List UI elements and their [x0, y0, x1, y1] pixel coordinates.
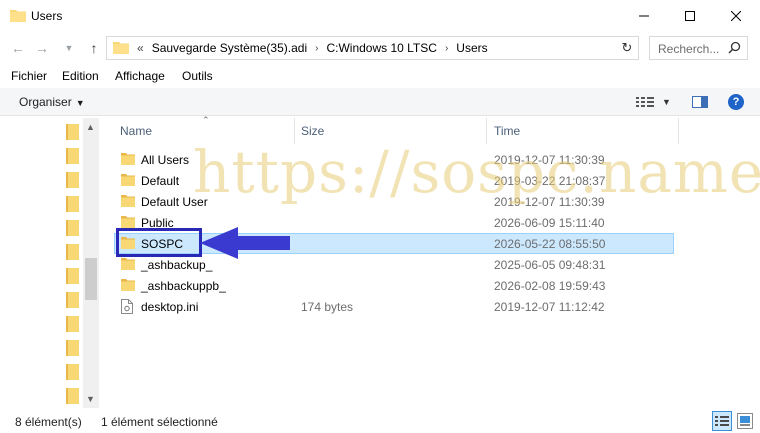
- refresh-icon[interactable]: ↻: [619, 40, 635, 56]
- breadcrumb-separator-icon[interactable]: ›: [315, 43, 318, 54]
- menu-edit[interactable]: Edition: [62, 69, 99, 83]
- folder-icon: [113, 40, 129, 57]
- details-view-icon[interactable]: [712, 411, 732, 431]
- folder-icon[interactable]: [66, 148, 79, 167]
- file-row[interactable]: _ashbackuppb_ 2026-02-08 19:59:43: [114, 275, 674, 296]
- forward-button[interactable]: →: [32, 38, 52, 58]
- folder-icon: [121, 257, 135, 274]
- breadcrumb-separator-icon[interactable]: ›: [445, 43, 448, 54]
- up-button[interactable]: ↑: [84, 38, 104, 58]
- command-toolbar: Organiser ▼ ▼ ?: [0, 88, 760, 116]
- breadcrumb-item[interactable]: Sauvegarde Système(35).adi: [152, 41, 307, 55]
- folder-icon[interactable]: [66, 244, 79, 263]
- large-icons-view-icon[interactable]: [737, 413, 753, 432]
- column-divider[interactable]: [486, 118, 487, 144]
- navigation-scrollbar[interactable]: ▲ ▼: [83, 118, 99, 408]
- column-divider[interactable]: [294, 118, 295, 144]
- sort-ascending-icon: ⌃: [202, 115, 210, 125]
- close-button[interactable]: [713, 0, 759, 32]
- file-name: desktop.ini: [141, 300, 199, 314]
- minimize-button[interactable]: [621, 0, 667, 32]
- breadcrumb-item[interactable]: C:Windows 10 LTSC: [326, 41, 436, 55]
- menu-file[interactable]: Fichier: [11, 69, 47, 83]
- file-time: 2025-06-05 09:48:31: [494, 258, 606, 272]
- navigation-bar: ← → ▼ ↑ « Sauvegarde Système(35).adi › C…: [0, 34, 760, 62]
- title-bar: Users: [0, 0, 760, 32]
- menu-tools[interactable]: Outils: [182, 69, 213, 83]
- folder-icon[interactable]: [66, 316, 79, 335]
- folder-icon[interactable]: [66, 124, 79, 143]
- column-divider[interactable]: [678, 118, 679, 144]
- folder-icon: [121, 152, 135, 169]
- search-placeholder: Recherch...: [658, 42, 720, 56]
- file-row[interactable]: _ashbackup_ 2025-06-05 09:48:31: [114, 254, 674, 275]
- annotation-arrow-icon: [200, 226, 292, 263]
- folder-icon: [121, 278, 135, 295]
- chevron-down-icon: ▼: [64, 43, 74, 53]
- folder-icon[interactable]: [66, 364, 79, 383]
- folder-icon[interactable]: [66, 340, 79, 359]
- item-count: 8 élément(s): [15, 415, 82, 429]
- file-row[interactable]: Default User 2019-12-07 11:30:39: [114, 191, 674, 212]
- file-icon: [121, 299, 133, 317]
- folder-icon: [10, 8, 26, 25]
- back-button[interactable]: ←: [8, 38, 28, 58]
- file-time: 2019-12-07 11:12:42: [494, 300, 605, 314]
- file-name: Default User: [141, 195, 208, 209]
- recent-locations-button[interactable]: ▼: [62, 38, 76, 58]
- file-time: 2019-12-07 11:30:39: [494, 195, 605, 209]
- file-size: 174 bytes: [301, 300, 354, 314]
- change-view-icon[interactable]: [636, 96, 654, 111]
- address-bar[interactable]: « Sauvegarde Système(35).adi › C:Windows…: [106, 36, 639, 60]
- column-header-time[interactable]: Time: [494, 124, 520, 138]
- file-row[interactable]: Default 2019-03-22 21:08:37: [114, 170, 674, 191]
- window-title: Users: [31, 9, 63, 23]
- folder-icon[interactable]: [66, 196, 79, 215]
- breadcrumb-overflow[interactable]: «: [137, 41, 144, 55]
- annotation-highlight-box: [116, 228, 202, 257]
- folder-icon[interactable]: [66, 220, 79, 239]
- chevron-down-icon[interactable]: ▼: [86, 394, 95, 404]
- file-time: 2019-03-22 21:08:37: [494, 174, 606, 188]
- folder-icon[interactable]: [66, 292, 79, 311]
- chevron-up-icon[interactable]: ▲: [86, 122, 95, 132]
- folder-icon: [121, 194, 135, 211]
- organize-label: Organiser: [19, 95, 72, 109]
- file-time: 2026-02-08 19:59:43: [494, 279, 606, 293]
- chevron-down-icon[interactable]: ▼: [662, 97, 671, 107]
- folder-icon[interactable]: [66, 268, 79, 287]
- organize-button[interactable]: Organiser ▼: [19, 95, 85, 109]
- maximize-button[interactable]: [667, 0, 713, 32]
- menu-bar: Fichier Edition Affichage Outils: [0, 66, 760, 86]
- column-header-size[interactable]: Size: [301, 124, 324, 138]
- scrollbar-thumb[interactable]: [85, 258, 97, 300]
- file-time: 2026-05-22 08:55:50: [494, 237, 606, 251]
- column-header-name[interactable]: Name: [120, 124, 152, 138]
- file-name: _ashbackuppb_: [141, 279, 226, 293]
- file-time: 2026-06-09 15:11:40: [494, 216, 605, 230]
- help-icon[interactable]: ?: [728, 94, 744, 110]
- file-name: All Users: [141, 153, 190, 167]
- breadcrumb-item[interactable]: Users: [456, 41, 487, 55]
- file-time: 2019-12-07 11:30:39: [494, 153, 605, 167]
- folder-icon[interactable]: [66, 172, 79, 191]
- search-icon: [728, 41, 741, 57]
- column-headers: ⌃ Name Size Time: [110, 115, 680, 144]
- file-name: Default: [141, 174, 180, 188]
- file-row[interactable]: desktop.ini 174 bytes 2019-12-07 11:12:4…: [114, 296, 674, 317]
- folder-icon: [121, 173, 135, 190]
- file-row[interactable]: All Users 2019-12-07 11:30:39: [114, 149, 674, 170]
- preview-pane-icon[interactable]: [692, 96, 708, 111]
- status-bar: 8 élément(s) 1 élément sélectionné: [0, 410, 760, 433]
- search-input[interactable]: Recherch...: [649, 36, 748, 60]
- menu-view[interactable]: Affichage: [115, 69, 165, 83]
- chevron-down-icon: ▼: [75, 98, 85, 108]
- selection-count: 1 élément sélectionné: [101, 415, 218, 429]
- folder-icon[interactable]: [66, 388, 79, 407]
